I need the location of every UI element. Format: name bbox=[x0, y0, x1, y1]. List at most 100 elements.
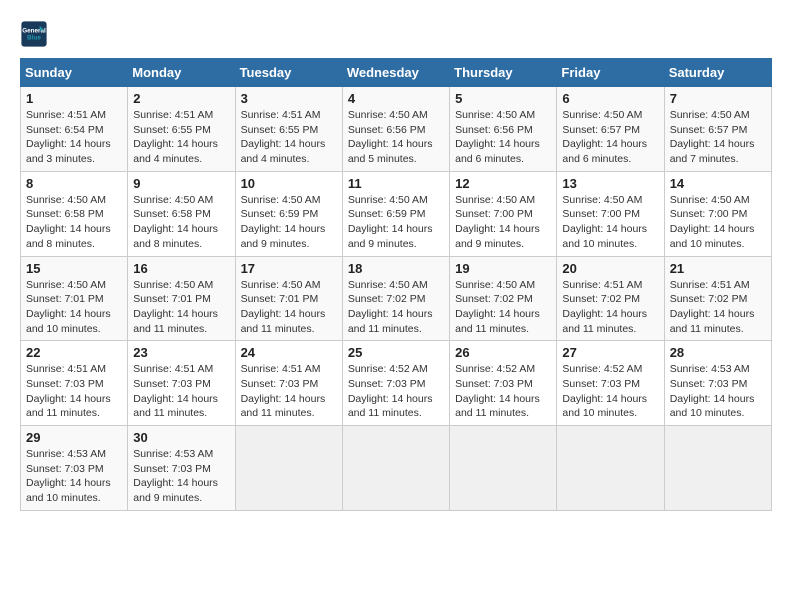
day-info: Sunrise: 4:50 AMSunset: 7:00 PMDaylight:… bbox=[670, 193, 766, 252]
day-info: Sunrise: 4:50 AMSunset: 7:01 PMDaylight:… bbox=[133, 278, 229, 337]
calendar-header-row: SundayMondayTuesdayWednesdayThursdayFrid… bbox=[21, 59, 772, 87]
day-number: 20 bbox=[562, 261, 658, 276]
calendar-cell: 9 Sunrise: 4:50 AMSunset: 6:58 PMDaylight… bbox=[128, 171, 235, 256]
calendar-cell: 30 Sunrise: 4:53 AMSunset: 7:03 PMDayligh… bbox=[128, 426, 235, 511]
day-info: Sunrise: 4:50 AMSunset: 7:00 PMDaylight:… bbox=[562, 193, 658, 252]
day-info: Sunrise: 4:51 AMSunset: 6:54 PMDaylight:… bbox=[26, 108, 122, 167]
day-number: 11 bbox=[348, 176, 444, 191]
calendar-cell bbox=[557, 426, 664, 511]
svg-text:Blue: Blue bbox=[27, 35, 41, 42]
day-number: 8 bbox=[26, 176, 122, 191]
header-monday: Monday bbox=[128, 59, 235, 87]
calendar-cell: 1 Sunrise: 4:51 AMSunset: 6:54 PMDaylight… bbox=[21, 87, 128, 172]
calendar-cell: 4 Sunrise: 4:50 AMSunset: 6:56 PMDaylight… bbox=[342, 87, 449, 172]
day-number: 22 bbox=[26, 345, 122, 360]
day-info: Sunrise: 4:53 AMSunset: 7:03 PMDaylight:… bbox=[670, 362, 766, 421]
day-info: Sunrise: 4:51 AMSunset: 6:55 PMDaylight:… bbox=[241, 108, 337, 167]
calendar-cell: 10Sunrise: 4:50 AMSunset: 6:59 PMDayligh… bbox=[235, 171, 342, 256]
calendar-cell: 13 Sunrise: 4:50 AMSunset: 7:00 PMDayligh… bbox=[557, 171, 664, 256]
day-info: Sunrise: 4:52 AMSunset: 7:03 PMDaylight:… bbox=[348, 362, 444, 421]
header-tuesday: Tuesday bbox=[235, 59, 342, 87]
day-number: 27 bbox=[562, 345, 658, 360]
day-info: Sunrise: 4:50 AMSunset: 7:00 PMDaylight:… bbox=[455, 193, 551, 252]
day-number: 13 bbox=[562, 176, 658, 191]
calendar-cell: 7 Sunrise: 4:50 AMSunset: 6:57 PMDaylight… bbox=[664, 87, 771, 172]
day-info: Sunrise: 4:50 AMSunset: 6:56 PMDaylight:… bbox=[348, 108, 444, 167]
day-number: 24 bbox=[241, 345, 337, 360]
day-number: 16 bbox=[133, 261, 229, 276]
calendar-week-4: 22 Sunrise: 4:51 AMSunset: 7:03 PMDayligh… bbox=[21, 341, 772, 426]
day-info: Sunrise: 4:51 AMSunset: 7:03 PMDaylight:… bbox=[26, 362, 122, 421]
day-info: Sunrise: 4:51 AMSunset: 6:55 PMDaylight:… bbox=[133, 108, 229, 167]
day-number: 5 bbox=[455, 91, 551, 106]
calendar-week-2: 8 Sunrise: 4:50 AMSunset: 6:58 PMDaylight… bbox=[21, 171, 772, 256]
header-wednesday: Wednesday bbox=[342, 59, 449, 87]
day-number: 26 bbox=[455, 345, 551, 360]
day-info: Sunrise: 4:53 AMSunset: 7:03 PMDaylight:… bbox=[26, 447, 122, 506]
calendar-cell: 25 Sunrise: 4:52 AMSunset: 7:03 PMDayligh… bbox=[342, 341, 449, 426]
day-info: Sunrise: 4:50 AMSunset: 7:01 PMDaylight:… bbox=[241, 278, 337, 337]
calendar-cell: 12 Sunrise: 4:50 AMSunset: 7:00 PMDayligh… bbox=[450, 171, 557, 256]
calendar-cell bbox=[664, 426, 771, 511]
day-info: Sunrise: 4:52 AMSunset: 7:03 PMDaylight:… bbox=[455, 362, 551, 421]
day-number: 29 bbox=[26, 430, 122, 445]
calendar-cell: 15Sunrise: 4:50 AMSunset: 7:01 PMDayligh… bbox=[21, 256, 128, 341]
day-info: Sunrise: 4:50 AMSunset: 6:59 PMDaylight:… bbox=[348, 193, 444, 252]
calendar-cell: 8 Sunrise: 4:50 AMSunset: 6:58 PMDaylight… bbox=[21, 171, 128, 256]
calendar-cell: 16 Sunrise: 4:50 AMSunset: 7:01 PMDayligh… bbox=[128, 256, 235, 341]
day-number: 30 bbox=[133, 430, 229, 445]
calendar-cell: 2 Sunrise: 4:51 AMSunset: 6:55 PMDaylight… bbox=[128, 87, 235, 172]
day-info: Sunrise: 4:50 AMSunset: 7:01 PMDaylight:… bbox=[26, 278, 122, 337]
calendar-cell bbox=[450, 426, 557, 511]
calendar-table: SundayMondayTuesdayWednesdayThursdayFrid… bbox=[20, 58, 772, 511]
day-info: Sunrise: 4:51 AMSunset: 7:02 PMDaylight:… bbox=[670, 278, 766, 337]
day-number: 19 bbox=[455, 261, 551, 276]
day-number: 23 bbox=[133, 345, 229, 360]
day-info: Sunrise: 4:51 AMSunset: 7:03 PMDaylight:… bbox=[241, 362, 337, 421]
calendar-cell: 5 Sunrise: 4:50 AMSunset: 6:56 PMDaylight… bbox=[450, 87, 557, 172]
calendar-week-3: 15Sunrise: 4:50 AMSunset: 7:01 PMDayligh… bbox=[21, 256, 772, 341]
calendar-cell: 24 Sunrise: 4:51 AMSunset: 7:03 PMDayligh… bbox=[235, 341, 342, 426]
day-number: 9 bbox=[133, 176, 229, 191]
calendar-cell: 17 Sunrise: 4:50 AMSunset: 7:01 PMDayligh… bbox=[235, 256, 342, 341]
header-saturday: Saturday bbox=[664, 59, 771, 87]
day-number: 17 bbox=[241, 261, 337, 276]
calendar-cell bbox=[235, 426, 342, 511]
day-number: 25 bbox=[348, 345, 444, 360]
day-number: 12 bbox=[455, 176, 551, 191]
day-number: 10 bbox=[241, 176, 337, 191]
day-number: 2 bbox=[133, 91, 229, 106]
day-number: 21 bbox=[670, 261, 766, 276]
day-info: Sunrise: 4:50 AMSunset: 6:58 PMDaylight:… bbox=[26, 193, 122, 252]
day-number: 4 bbox=[348, 91, 444, 106]
calendar-week-5: 29 Sunrise: 4:53 AMSunset: 7:03 PMDayligh… bbox=[21, 426, 772, 511]
calendar-cell: 20Sunrise: 4:51 AMSunset: 7:02 PMDayligh… bbox=[557, 256, 664, 341]
calendar-cell: 3 Sunrise: 4:51 AMSunset: 6:55 PMDaylight… bbox=[235, 87, 342, 172]
day-info: Sunrise: 4:50 AMSunset: 6:58 PMDaylight:… bbox=[133, 193, 229, 252]
page-header: General Blue bbox=[20, 20, 772, 48]
calendar-week-1: 1 Sunrise: 4:51 AMSunset: 6:54 PMDaylight… bbox=[21, 87, 772, 172]
calendar-cell: 21 Sunrise: 4:51 AMSunset: 7:02 PMDayligh… bbox=[664, 256, 771, 341]
day-info: Sunrise: 4:52 AMSunset: 7:03 PMDaylight:… bbox=[562, 362, 658, 421]
day-info: Sunrise: 4:50 AMSunset: 6:56 PMDaylight:… bbox=[455, 108, 551, 167]
calendar-cell: 11 Sunrise: 4:50 AMSunset: 6:59 PMDayligh… bbox=[342, 171, 449, 256]
day-info: Sunrise: 4:53 AMSunset: 7:03 PMDaylight:… bbox=[133, 447, 229, 506]
day-number: 18 bbox=[348, 261, 444, 276]
calendar-cell: 6Sunrise: 4:50 AMSunset: 6:57 PMDaylight… bbox=[557, 87, 664, 172]
calendar-cell bbox=[342, 426, 449, 511]
day-info: Sunrise: 4:50 AMSunset: 6:57 PMDaylight:… bbox=[562, 108, 658, 167]
calendar-cell: 22 Sunrise: 4:51 AMSunset: 7:03 PMDayligh… bbox=[21, 341, 128, 426]
day-info: Sunrise: 4:51 AMSunset: 7:03 PMDaylight:… bbox=[133, 362, 229, 421]
calendar-cell: 26 Sunrise: 4:52 AMSunset: 7:03 PMDayligh… bbox=[450, 341, 557, 426]
day-info: Sunrise: 4:50 AMSunset: 7:02 PMDaylight:… bbox=[348, 278, 444, 337]
day-number: 1 bbox=[26, 91, 122, 106]
day-number: 28 bbox=[670, 345, 766, 360]
calendar-cell: 19Sunrise: 4:50 AMSunset: 7:02 PMDayligh… bbox=[450, 256, 557, 341]
logo: General Blue bbox=[20, 20, 52, 48]
calendar-cell: 23 Sunrise: 4:51 AMSunset: 7:03 PMDayligh… bbox=[128, 341, 235, 426]
day-info: Sunrise: 4:50 AMSunset: 6:57 PMDaylight:… bbox=[670, 108, 766, 167]
day-number: 14 bbox=[670, 176, 766, 191]
day-number: 3 bbox=[241, 91, 337, 106]
day-number: 7 bbox=[670, 91, 766, 106]
calendar-cell: 29 Sunrise: 4:53 AMSunset: 7:03 PMDayligh… bbox=[21, 426, 128, 511]
